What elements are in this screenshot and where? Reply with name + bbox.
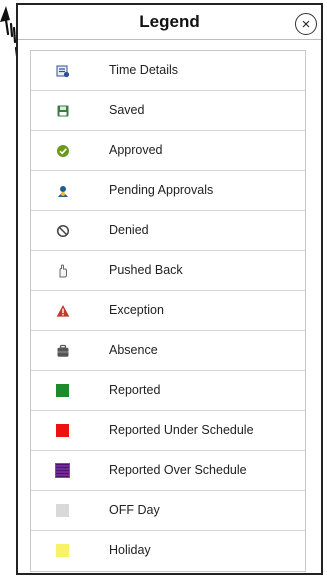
legend-label: Holiday: [109, 543, 151, 557]
legend-item-approved: Approved: [31, 131, 305, 171]
holiday-swatch: [56, 544, 69, 557]
off-day-swatch: [56, 504, 69, 517]
legend-dialog: Legend × Time Details Saved Approved Pen…: [16, 3, 323, 575]
legend-item-saved: Saved: [31, 91, 305, 131]
legend-item-absence: Absence: [31, 331, 305, 371]
legend-label: OFF Day: [109, 503, 160, 517]
approved-icon: [56, 144, 70, 158]
legend-list: Time Details Saved Approved Pending Appr…: [30, 50, 306, 572]
legend-label: Absence: [109, 343, 158, 357]
legend-label: Approved: [109, 143, 163, 157]
legend-item-off-day: OFF Day: [31, 491, 305, 531]
legend-item-reported: Reported: [31, 371, 305, 411]
legend-item-holiday: Holiday: [31, 531, 305, 571]
pending-approvals-icon: [56, 184, 70, 198]
legend-item-pushed-back: Pushed Back: [31, 251, 305, 291]
legend-label: Saved: [109, 103, 145, 117]
legend-item-exception: Exception: [31, 291, 305, 331]
time-details-icon: [56, 64, 70, 78]
close-button[interactable]: ×: [295, 13, 317, 35]
legend-item-reported-over-schedule: Reported Over Schedule: [31, 451, 305, 491]
legend-item-denied: Denied: [31, 211, 305, 251]
dialog-title: Legend: [139, 12, 200, 31]
legend-label: Time Details: [109, 63, 178, 77]
legend-item-reported-under-schedule: Reported Under Schedule: [31, 411, 305, 451]
saved-icon: [56, 104, 70, 118]
absence-icon: [56, 344, 70, 358]
legend-label: Pending Approvals: [109, 183, 214, 197]
denied-icon: [56, 224, 70, 238]
legend-label: Pushed Back: [109, 263, 183, 277]
close-icon: ×: [301, 15, 311, 33]
legend-label: Reported: [109, 383, 161, 397]
legend-label: Denied: [109, 223, 149, 237]
reported-swatch: [56, 384, 69, 397]
pushed-back-icon: [56, 264, 70, 278]
legend-label: Reported Over Schedule: [109, 463, 247, 477]
reported-under-schedule-swatch: [56, 424, 69, 437]
legend-item-time-details: Time Details: [31, 51, 305, 91]
exception-icon: [56, 304, 70, 318]
screen: Legend × Time Details Saved Approved Pen…: [0, 0, 327, 580]
legend-label: Reported Under Schedule: [109, 423, 254, 437]
reported-over-schedule-swatch: [55, 463, 70, 478]
legend-label: Exception: [109, 303, 164, 317]
dialog-header: Legend ×: [18, 5, 321, 40]
legend-item-pending-approvals: Pending Approvals: [31, 171, 305, 211]
